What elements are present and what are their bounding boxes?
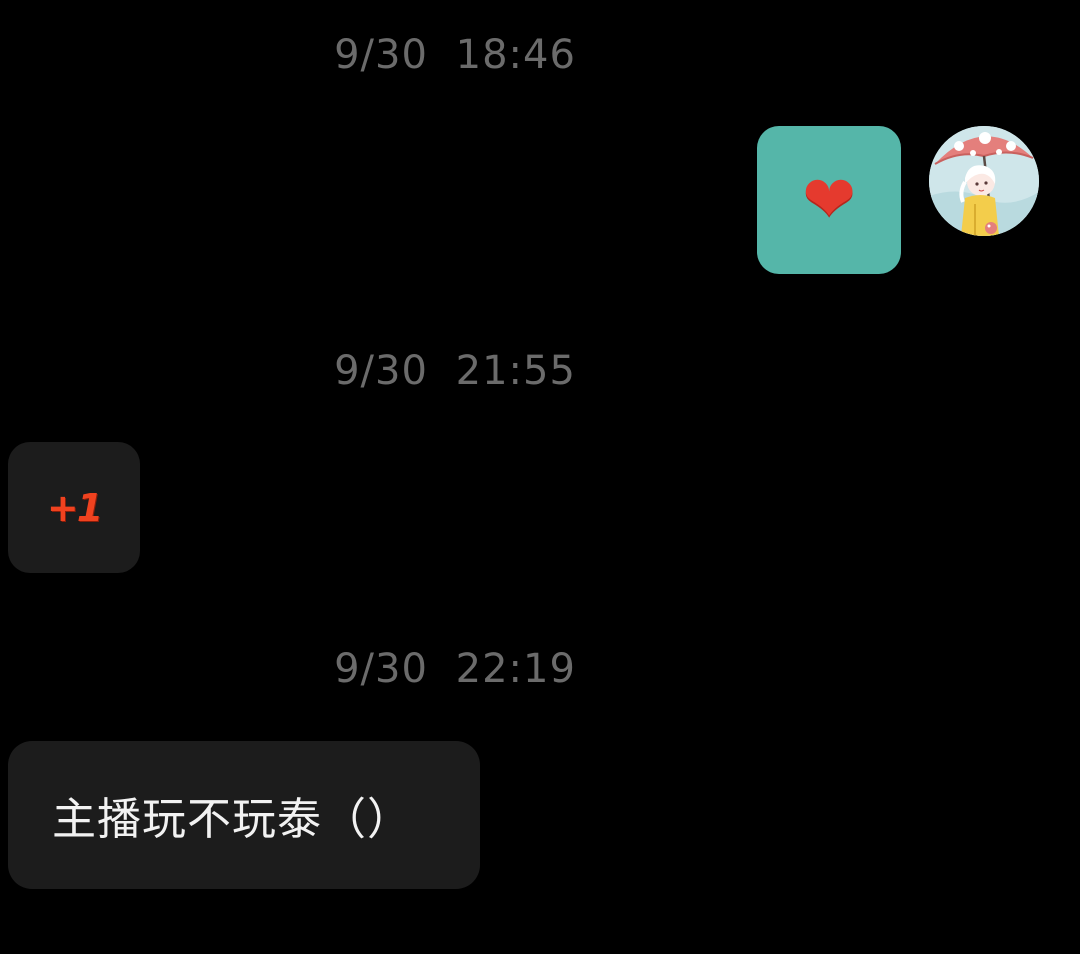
plus-one-sticker: +1 xyxy=(46,485,103,530)
avatar[interactable] xyxy=(929,126,1039,236)
received-sticker-bubble[interactable]: +1 xyxy=(8,442,140,573)
timestamp: 9/30 21:55 xyxy=(334,348,576,394)
chat-screen: 9/30 18:46 ❤ 9/30 21:55 +1 9/30 22:19 主播… xyxy=(0,0,1080,954)
message-text: 主播玩不玩泰（） xyxy=(52,794,412,845)
avatar-image xyxy=(929,126,1039,236)
timestamp: 9/30 22:19 xyxy=(334,646,576,692)
sent-sticker-bubble[interactable]: ❤ xyxy=(757,126,901,274)
received-text-bubble[interactable]: 主播玩不玩泰（） xyxy=(8,741,480,889)
timestamp: 9/30 18:46 xyxy=(334,32,576,78)
heart-icon: ❤ xyxy=(802,163,856,237)
